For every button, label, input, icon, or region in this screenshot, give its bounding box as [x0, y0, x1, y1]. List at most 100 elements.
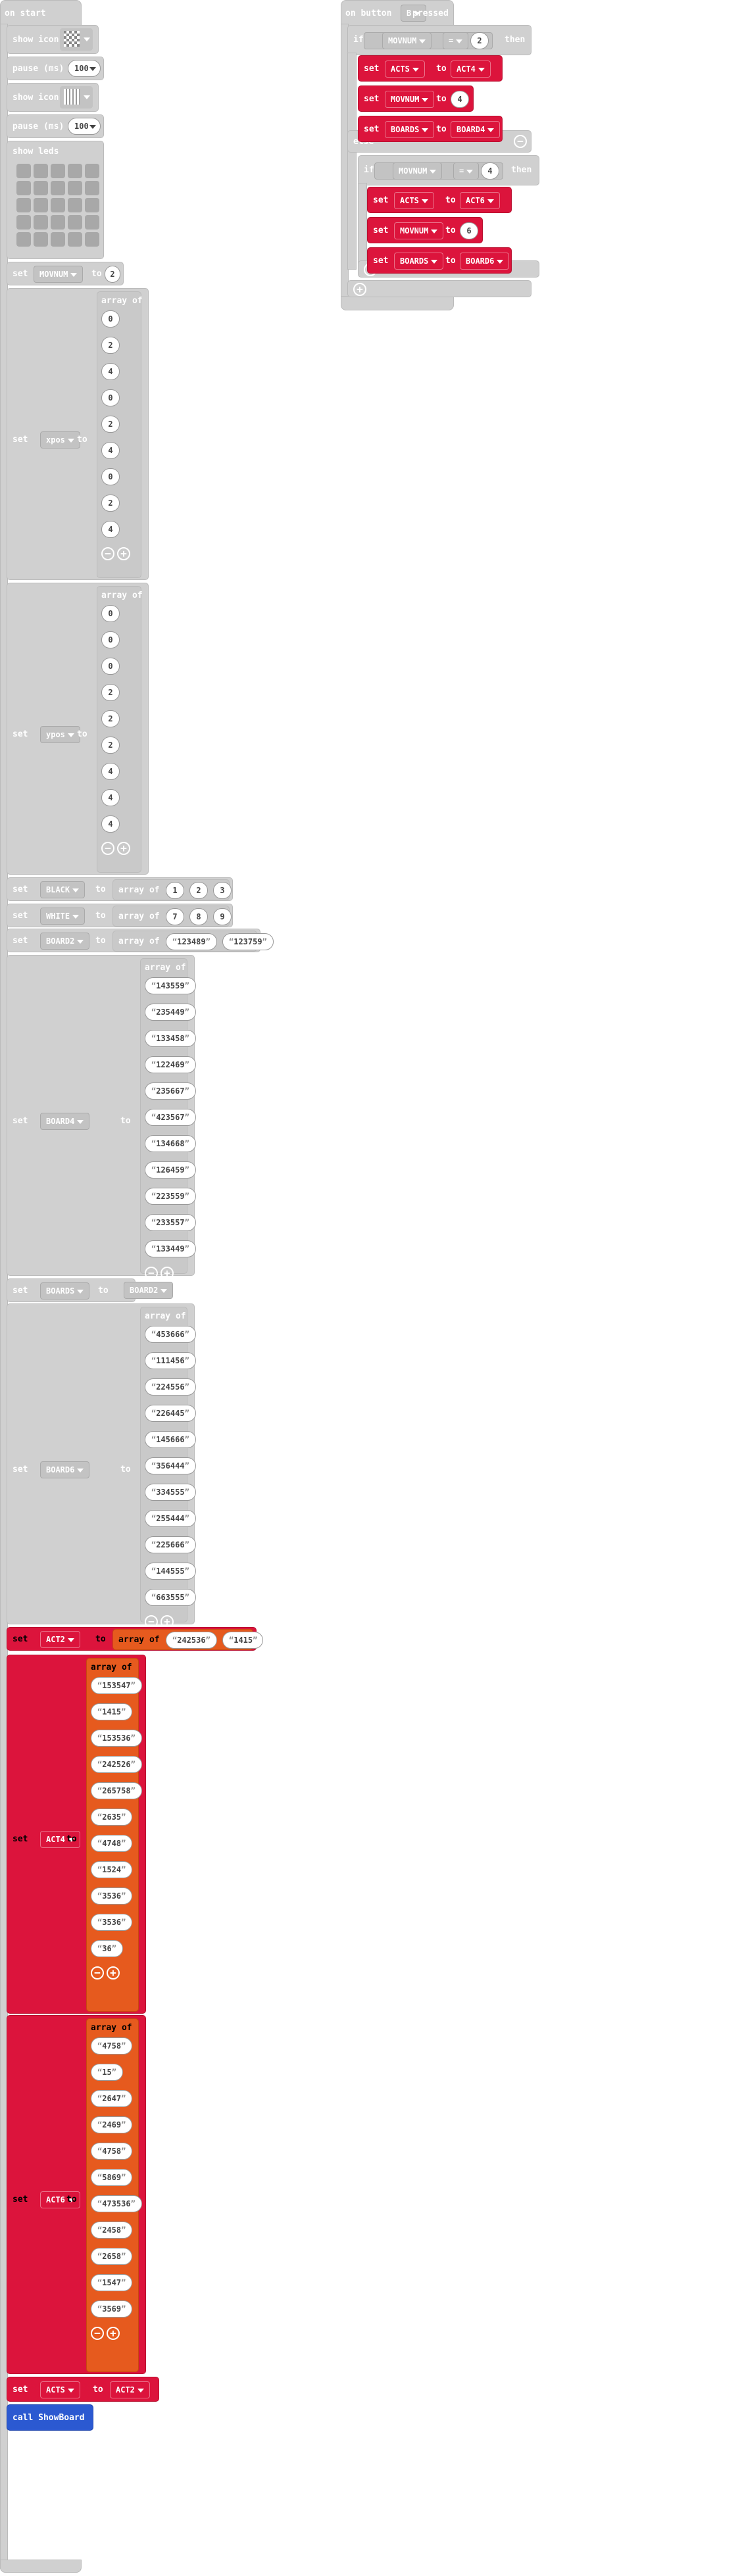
array-item[interactable]: 2	[101, 495, 120, 512]
array-item[interactable]: 2	[101, 737, 120, 754]
array-item[interactable]: 235667	[145, 1082, 196, 1100]
led-cell[interactable]	[85, 164, 99, 178]
led-cell[interactable]	[68, 198, 82, 212]
array-item[interactable]: 0	[101, 658, 120, 675]
led-cell[interactable]	[68, 181, 82, 195]
array-item[interactable]: 2	[101, 684, 120, 701]
array-item[interactable]: 4	[101, 789, 120, 806]
array-item[interactable]: 265758	[91, 1782, 142, 1799]
set-act2-block[interactable]: set ACT2 to array of 242536 1415 −+	[7, 1627, 297, 1651]
array-of-block[interactable]: array of 0 2 4 0 2 4 0 2 4 − +	[97, 291, 143, 578]
array-item[interactable]: 233557	[145, 1214, 196, 1231]
value-variable-dropdown[interactable]: BOARD6	[460, 253, 510, 270]
array-of-block[interactable]: array of 0 0 0 2 2 2 4 4 4 − +	[97, 586, 143, 873]
set-white-block[interactable]: set WHITE to array of 7 8 9 − +	[7, 904, 266, 927]
remove-else-button[interactable]: −	[514, 135, 527, 148]
add-item-button[interactable]: +	[117, 842, 130, 855]
array-of-block[interactable]: array of 4758 15 2647 2469 4758 5869 473536 2458…	[86, 2018, 142, 2372]
led-cell[interactable]	[68, 232, 82, 247]
add-item-button[interactable]: +	[107, 1966, 120, 1980]
icon-picker-checkerboard[interactable]	[60, 28, 93, 51]
array-item[interactable]: 224556	[145, 1378, 196, 1396]
set-black-block[interactable]: set BLACK to array of 1 2 3 − +	[7, 877, 266, 901]
array-item[interactable]: 123489	[166, 933, 217, 950]
value-variable-dropdown[interactable]: ACT2	[110, 2381, 150, 2398]
array-item[interactable]: 153547	[91, 1677, 142, 1694]
set-board4-block[interactable]: set BOARD4 to array of 143559 235449 133458 122…	[7, 955, 196, 1280]
array-item[interactable]: 36	[91, 1940, 123, 1957]
led-cell[interactable]	[16, 215, 31, 230]
remove-item-button[interactable]: −	[91, 1966, 104, 1980]
variable-dropdown[interactable]: MOVNUM	[385, 91, 435, 108]
set-block[interactable]: set ACTS to ACT4	[358, 55, 503, 82]
set-act6-block[interactable]: set ACT6to array of 4758 15 2647 2469 4758 5869 4…	[7, 2015, 146, 2374]
array-item[interactable]: 423567	[145, 1109, 196, 1126]
inner-if-block[interactable]: if MOVNUM = 4 then	[358, 155, 539, 185]
number-input[interactable]: 2	[105, 266, 120, 283]
array-of-block[interactable]: array of 143559 235449 133458 122469 235667 42…	[140, 958, 196, 1280]
array-item[interactable]: 242536	[166, 1632, 217, 1649]
array-item[interactable]: 2	[101, 416, 120, 433]
led-cell[interactable]	[85, 232, 99, 247]
led-cell[interactable]	[16, 232, 31, 247]
led-cell[interactable]	[16, 164, 31, 178]
array-item[interactable]: 2658	[91, 2248, 133, 2265]
led-cell[interactable]	[34, 198, 48, 212]
array-item[interactable]: 134668	[145, 1135, 196, 1152]
value-variable-dropdown[interactable]: BOARD4	[451, 121, 501, 138]
array-item[interactable]: 4758	[91, 2143, 133, 2160]
variable-dropdown[interactable]: BOARD2	[40, 933, 90, 950]
array-of-block[interactable]: array of 1 2 3 − +	[112, 879, 266, 900]
array-item[interactable]: 4748	[91, 1835, 133, 1852]
array-item[interactable]: 2635	[91, 1809, 133, 1826]
pause-value-dropdown[interactable]: 100	[68, 60, 101, 77]
array-item[interactable]: 3536	[91, 1887, 133, 1905]
array-item[interactable]: 356444	[145, 1457, 196, 1474]
variable-dropdown[interactable]: MOVNUM	[393, 162, 443, 180]
variable-dropdown[interactable]: WHITE	[40, 908, 86, 925]
array-item[interactable]: 143559	[145, 977, 196, 994]
array-item[interactable]: 2647	[91, 2090, 133, 2107]
array-item[interactable]: 133449	[145, 1240, 196, 1257]
array-item[interactable]: 15	[91, 2064, 123, 2081]
array-item[interactable]: 3536	[91, 1914, 133, 1931]
array-item[interactable]: 3569	[91, 2300, 133, 2318]
array-of-block[interactable]: array of 453666 111456 224556 226445 145666 35…	[140, 1307, 196, 1628]
array-item[interactable]: 2	[101, 710, 120, 727]
add-else-button[interactable]: +	[353, 283, 366, 296]
show-icon-block-2[interactable]: show icon	[7, 83, 99, 112]
array-item[interactable]: 111456	[145, 1352, 196, 1369]
remove-item-button[interactable]: −	[268, 1634, 282, 1647]
array-item[interactable]: 334555	[145, 1484, 196, 1501]
array-of-block[interactable]: array of 242536 1415 −+	[112, 1629, 297, 1650]
variable-dropdown[interactable]: ACTS	[40, 2381, 80, 2398]
led-cell[interactable]	[51, 181, 65, 195]
remove-item-button[interactable]: −	[101, 547, 114, 560]
add-item-button[interactable]: +	[253, 910, 266, 923]
remove-item-button[interactable]: −	[237, 884, 250, 897]
led-cell[interactable]	[51, 164, 65, 178]
on-button-block[interactable]: on button B pressed	[341, 0, 454, 26]
array-item[interactable]: 153536	[91, 1730, 142, 1747]
led-cell[interactable]	[34, 232, 48, 247]
led-cell[interactable]	[85, 215, 99, 230]
led-cell[interactable]	[85, 181, 99, 195]
led-cell[interactable]	[85, 198, 99, 212]
number-input[interactable]: 6	[460, 222, 478, 239]
operator-dropdown[interactable]: =	[443, 32, 469, 49]
led-cell[interactable]	[34, 181, 48, 195]
add-item-button[interactable]: +	[161, 1615, 174, 1628]
array-item[interactable]: 453666	[145, 1326, 196, 1343]
add-item-button[interactable]: +	[284, 1634, 297, 1647]
show-icon-block[interactable]: show icon	[7, 25, 99, 54]
led-cell[interactable]	[34, 164, 48, 178]
variable-dropdown[interactable]: BOARD6	[40, 1461, 90, 1478]
array-item[interactable]: 2	[189, 882, 208, 899]
led-cell[interactable]	[51, 215, 65, 230]
array-item[interactable]: 126459	[145, 1161, 196, 1179]
set-block[interactable]: set ACTS to ACT6	[367, 187, 512, 213]
array-item[interactable]: 9	[213, 908, 232, 925]
number-input[interactable]: 2	[470, 32, 489, 49]
set-block[interactable]: set BOARDS to BOARD6	[367, 247, 512, 274]
remove-item-button[interactable]: −	[145, 1267, 158, 1280]
